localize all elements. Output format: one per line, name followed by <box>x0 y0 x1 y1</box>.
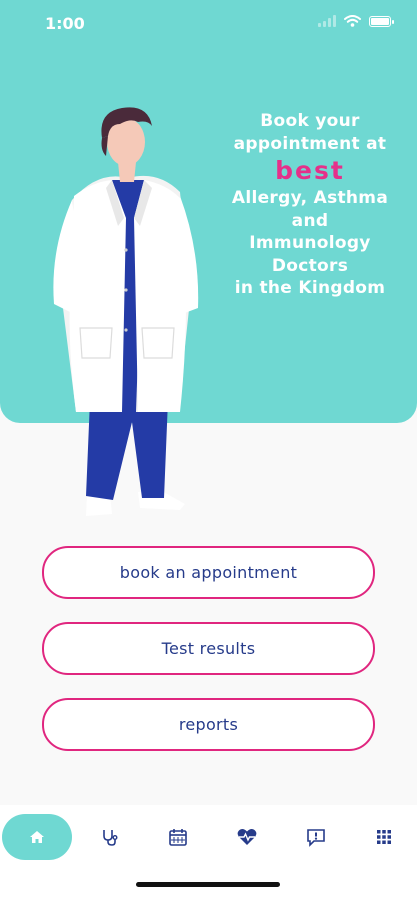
tab-home[interactable] <box>2 814 72 860</box>
alert-message-icon <box>307 829 325 847</box>
tagline-line: appointment at <box>233 133 387 154</box>
hero-tagline: Book your appointment at best Allergy, A… <box>215 110 405 300</box>
heart-pulse-icon <box>237 829 257 845</box>
stethoscope-icon <box>103 830 118 846</box>
book-appointment-button[interactable]: book an appointment <box>42 546 375 599</box>
status-icons <box>318 15 394 27</box>
tagline-line: Immunology <box>249 233 371 253</box>
tagline-line: Doctors <box>271 255 349 276</box>
tab-complaints[interactable] <box>286 815 346 859</box>
wifi-icon <box>344 15 361 27</box>
tagline-highlight: best <box>275 156 345 185</box>
battery-icon <box>369 15 394 27</box>
home-icon <box>30 831 44 843</box>
tagline-line: Allergy, Asthma <box>231 188 389 208</box>
grid-menu-icon <box>377 830 391 844</box>
doctor-illustration <box>53 107 199 516</box>
home-indicator <box>136 882 280 887</box>
status-time: 1:00 <box>45 14 85 33</box>
tab-health[interactable] <box>217 815 277 859</box>
test-results-button[interactable]: Test results <box>42 622 375 675</box>
calendar-icon <box>169 829 187 846</box>
tab-calendar[interactable] <box>148 815 208 859</box>
signal-icon <box>318 15 336 27</box>
tab-doctors[interactable] <box>80 815 140 859</box>
status-bar: 1:00 <box>0 0 417 46</box>
tagline-line: in the Kingdom <box>234 278 386 298</box>
tagline-line: Book your <box>260 111 360 131</box>
reports-button[interactable]: reports <box>42 698 375 751</box>
tab-more[interactable] <box>354 815 414 859</box>
tagline-line: and <box>291 210 329 231</box>
